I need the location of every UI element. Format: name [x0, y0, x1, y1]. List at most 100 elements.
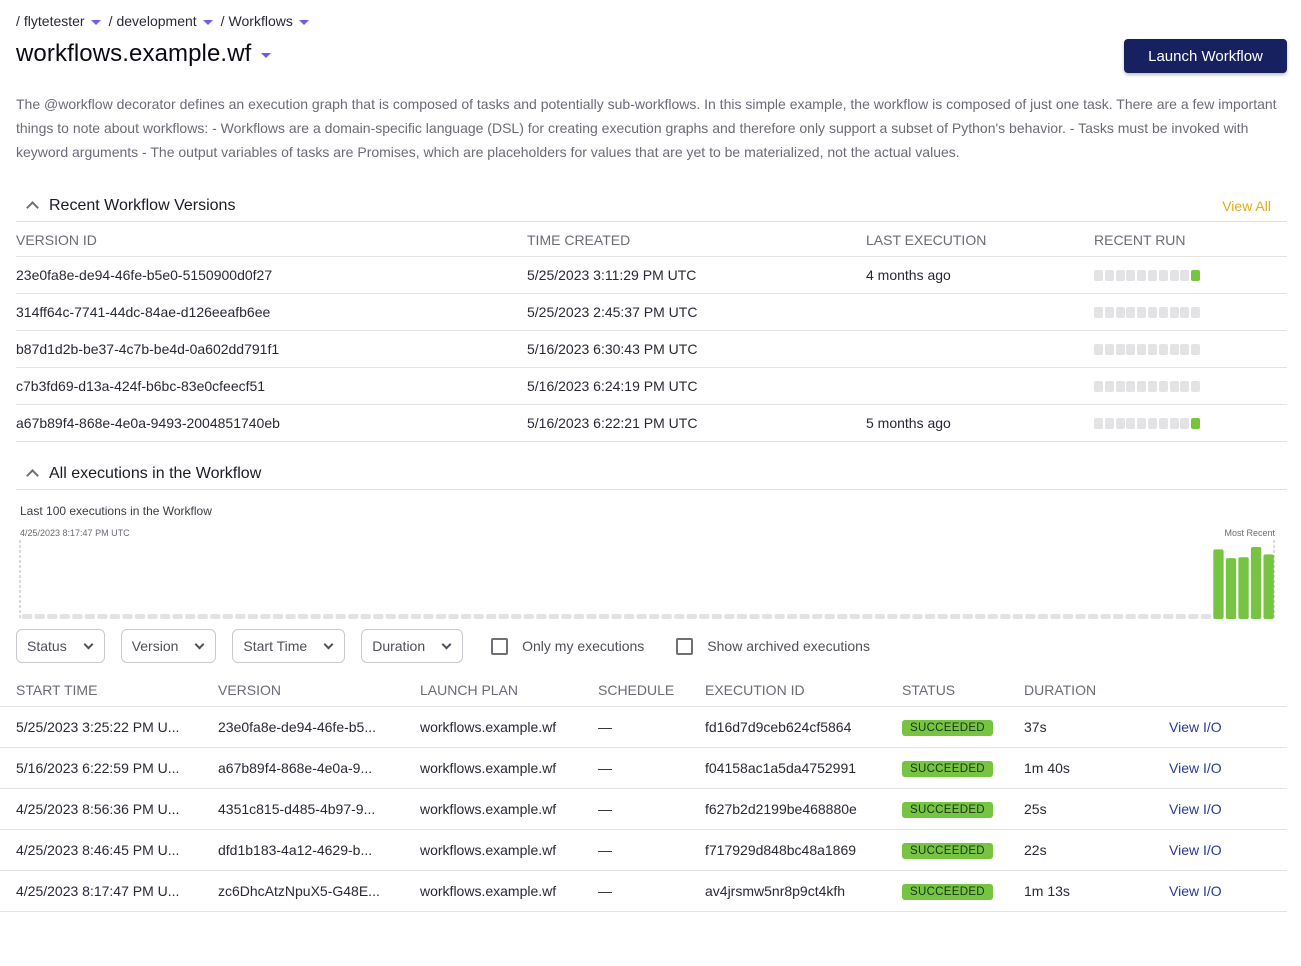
version-row[interactable]: c7b3fd69-d13a-424f-b6bc-83e0cfeecf51 5/16…	[16, 368, 1287, 405]
run-status-empty	[1137, 343, 1147, 355]
chart-empty-slot	[222, 614, 233, 619]
version-row[interactable]: a67b89f4-868e-4e0a-9493-2004851740eb 5/16…	[16, 405, 1287, 442]
launch-plan[interactable]: workflows.example.wf	[420, 801, 598, 817]
chevron-up-icon[interactable]	[26, 201, 39, 214]
version-row[interactable]: 23e0fa8e-de94-46fe-b5e0-5150900d0f27 5/25…	[16, 257, 1287, 294]
chart-empty-slot	[147, 614, 158, 619]
view-io-link[interactable]: View I/O	[1169, 842, 1222, 858]
version[interactable]: dfd1b183-4a12-4629-b...	[218, 842, 420, 858]
execution-row[interactable]: 5/25/2023 3:25:22 PM U... 23e0fa8e-de94-4…	[0, 707, 1287, 748]
version-id[interactable]: c7b3fd69-d13a-424f-b6bc-83e0cfeecf51	[16, 378, 527, 394]
run-status-empty	[1104, 306, 1114, 318]
chart-empty-slot	[912, 614, 923, 619]
workflow-description: The @workflow decorator defines an execu…	[16, 96, 1277, 160]
breadcrumb: / flytetester / development / Workflows	[16, 13, 317, 29]
status-cell: SUCCEEDED	[902, 759, 1024, 777]
run-status-empty	[1191, 306, 1201, 318]
version[interactable]: 23e0fa8e-de94-46fe-b5...	[218, 719, 420, 735]
status-filter-dropdown[interactable]: Status	[16, 629, 105, 663]
actions-cell: View I/O	[1169, 719, 1287, 735]
chart-bar-execution[interactable]: 5/16/2023 6:22:59 PM	[1250, 547, 1262, 619]
recent-run-indicator	[1094, 269, 1287, 281]
recent-run-indicator	[1094, 417, 1287, 429]
chart-empty-slot	[812, 614, 823, 619]
chart-empty-slot	[1188, 614, 1199, 619]
run-status-empty	[1104, 269, 1114, 281]
version-filter-dropdown[interactable]: Version	[120, 629, 217, 663]
chart-bar-execution[interactable]: 4/25/2023 8:46:45 PM	[1225, 558, 1237, 619]
run-status-empty	[1094, 343, 1103, 355]
version[interactable]: a67b89f4-868e-4e0a-9...	[218, 760, 420, 776]
execution-row[interactable]: 4/25/2023 8:46:45 PM U... dfd1b183-4a12-4…	[0, 830, 1287, 871]
breadcrumb-project[interactable]: / flytetester	[16, 13, 109, 29]
chart-bar-execution[interactable]: 4/25/2023 8:56:36 PM	[1238, 557, 1249, 619]
execution-id[interactable]: av4jrsmw5nr8p9ct4kfh	[705, 883, 902, 899]
chart-empty-slot	[949, 614, 961, 619]
execution-id[interactable]: f627b2d2199be468880e	[705, 801, 902, 817]
view-io-link[interactable]: View I/O	[1169, 883, 1222, 899]
execution-row[interactable]: 4/25/2023 8:17:47 PM U... zc6DhcAtzNpuX5-…	[0, 871, 1287, 912]
execution-row[interactable]: 5/16/2023 6:22:59 PM U... a67b89f4-868e-4…	[0, 748, 1287, 789]
breadcrumb-separator: /	[16, 13, 20, 29]
chevron-up-icon[interactable]	[26, 469, 39, 482]
run-status-empty	[1158, 306, 1168, 318]
launch-plan[interactable]: workflows.example.wf	[420, 719, 598, 735]
chart-bar-execution[interactable]: 4/25/2023 8:17:47 PM	[1213, 549, 1224, 619]
chart-empty-slot	[485, 614, 497, 619]
chart-bar-execution[interactable]: 5/25/2023 3:25:22 PM	[1263, 554, 1274, 619]
breadcrumb-section[interactable]: / Workflows	[221, 13, 317, 29]
launch-workflow-button[interactable]: Launch Workflow	[1124, 39, 1287, 73]
chevron-down-icon	[323, 639, 334, 649]
run-status-empty	[1180, 417, 1190, 429]
run-status-succeeded[interactable]	[1191, 417, 1201, 429]
chart-empty-slot	[172, 614, 183, 619]
show-archived-checkbox[interactable]: Show archived executions	[676, 637, 870, 655]
execution-id[interactable]: f04158ac1a5da4752991	[705, 760, 902, 776]
only-my-executions-checkbox[interactable]: Only my executions	[491, 637, 644, 655]
version-id[interactable]: 23e0fa8e-de94-46fe-b5e0-5150900d0f27	[16, 267, 527, 283]
run-status-empty	[1137, 306, 1147, 318]
run-status-empty	[1180, 306, 1190, 318]
chart-empty-slot	[686, 614, 697, 619]
checkbox-box[interactable]	[676, 637, 694, 655]
start-time-filter-dropdown[interactable]: Start Time	[232, 629, 346, 663]
launch-plan[interactable]: workflows.example.wf	[420, 842, 598, 858]
chart-empty-slot	[1062, 614, 1074, 619]
status-badge: SUCCEEDED	[902, 761, 993, 777]
view-io-link[interactable]: View I/O	[1169, 760, 1222, 776]
run-status-empty	[1115, 306, 1125, 318]
version-row[interactable]: b87d1d2b-be37-4c7b-be4d-0a602dd791f1 5/16…	[16, 331, 1287, 368]
version[interactable]: zc6DhcAtzNpuX5-G48E...	[218, 883, 420, 899]
breadcrumb-domain[interactable]: / development	[109, 13, 221, 29]
chart-empty-slot	[1075, 614, 1086, 619]
version-id[interactable]: b87d1d2b-be37-4c7b-be4d-0a602dd791f1	[16, 341, 527, 357]
duration: 22s	[1024, 842, 1047, 858]
duration-filter-dropdown[interactable]: Duration	[361, 629, 464, 663]
version[interactable]: 4351c815-d485-4b97-9...	[218, 801, 420, 817]
workflow-title-selector[interactable]: workflows.example.wf	[16, 40, 279, 68]
breadcrumb-separator: /	[108, 13, 113, 29]
version-row[interactable]: 314ff64c-7741-44dc-84ae-d126eeafb6ee 5/25…	[16, 294, 1287, 331]
status-cell: SUCCEEDED	[902, 841, 1024, 859]
execution-row[interactable]: 4/25/2023 8:56:36 PM U... 4351c815-d485-4…	[0, 789, 1287, 830]
chart-empty-slot	[674, 614, 685, 619]
chart-empty-slot	[297, 614, 309, 619]
launch-plan[interactable]: workflows.example.wf	[420, 760, 598, 776]
breadcrumb-domain-label: development	[116, 13, 197, 29]
version-id[interactable]: 314ff64c-7741-44dc-84ae-d126eeafb6ee	[16, 304, 527, 320]
chart-empty-slot	[924, 614, 936, 619]
time-created: 5/25/2023 2:45:37 PM UTC	[527, 304, 698, 320]
version-id[interactable]: a67b89f4-868e-4e0a-9493-2004851740eb	[16, 415, 527, 431]
execution-id[interactable]: f717929d848bc48a1869	[705, 842, 902, 858]
run-status-empty	[1126, 380, 1136, 392]
execution-id[interactable]: fd16d7d9ceb624cf5864	[705, 719, 902, 735]
chart-empty-slot	[1025, 614, 1036, 619]
view-io-link[interactable]: View I/O	[1169, 801, 1222, 817]
run-status-empty	[1094, 417, 1103, 429]
view-io-link[interactable]: View I/O	[1169, 719, 1222, 735]
view-all-link[interactable]: View All	[1222, 198, 1271, 214]
launch-plan[interactable]: workflows.example.wf	[420, 883, 598, 899]
checkbox-box[interactable]	[491, 637, 509, 655]
run-status-succeeded[interactable]	[1191, 269, 1201, 281]
chart-empty-slot	[335, 614, 346, 619]
